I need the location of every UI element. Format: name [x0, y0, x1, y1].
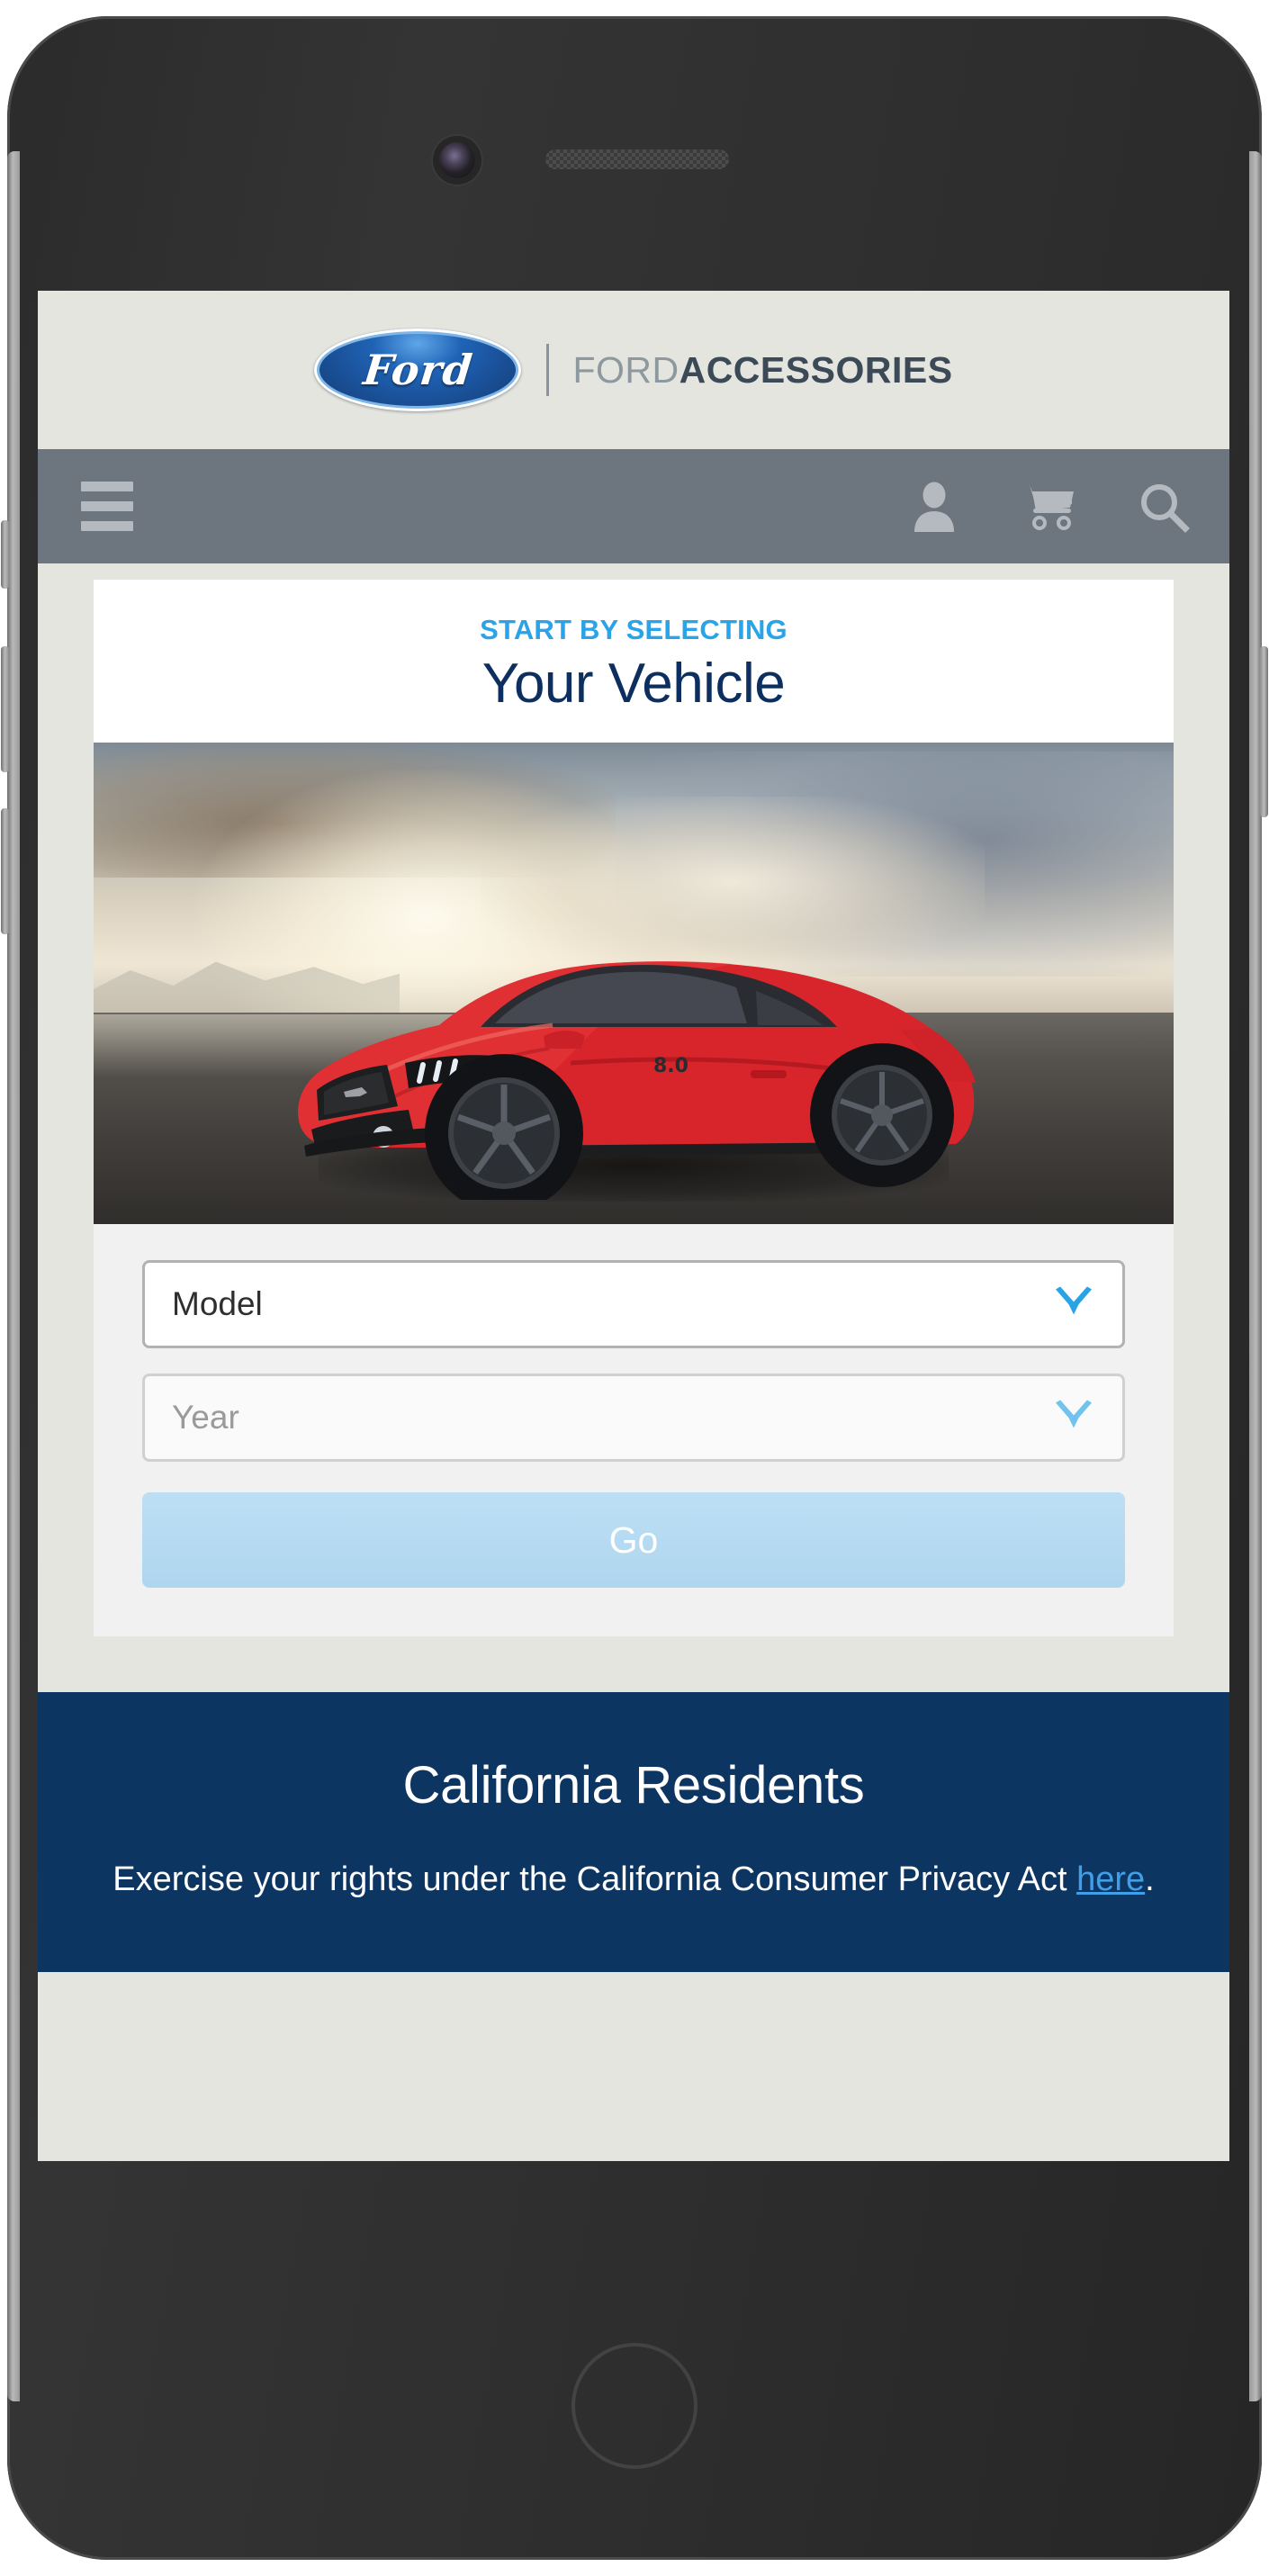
site-brand-title: FORDACCESSORIES — [572, 349, 952, 392]
hamburger-bar — [81, 501, 133, 511]
speaker-grille-icon — [545, 149, 729, 169]
brand-word-ford: FORD — [572, 348, 680, 391]
hamburger-bar — [81, 482, 133, 491]
brand-word-accessories: ACCESSORIES — [679, 348, 953, 391]
california-body-before: Exercise your rights under the Californi… — [112, 1860, 1077, 1898]
phone-frame: Ford FORDACCESSORIES START BY SELECTING … — [1, 16, 1268, 2560]
hamburger-bar — [81, 521, 133, 531]
home-button[interactable] — [572, 2343, 698, 2469]
hamburger-menu-icon[interactable] — [81, 482, 133, 531]
ccpa-here-link[interactable]: here — [1076, 1860, 1145, 1898]
shopping-cart-icon[interactable] — [1021, 482, 1075, 532]
mustang-car-illustration: 8.0 — [298, 961, 976, 1200]
person-icon[interactable] — [911, 482, 958, 532]
eyebrow-text: START BY SELECTING — [480, 614, 788, 645]
frame-left-band — [7, 151, 20, 2401]
site-header: Ford FORDACCESSORIES — [38, 291, 1229, 449]
volume-up-button[interactable] — [1, 646, 9, 772]
volume-down-button[interactable] — [1, 808, 9, 934]
header-divider — [546, 344, 550, 396]
front-camera-icon — [439, 142, 475, 178]
card-heading: START BY SELECTING Your Vehicle — [94, 580, 1174, 721]
page-title: Your Vehicle — [482, 653, 786, 715]
vehicle-selector-card: START BY SELECTING Your Vehicle 8.0 Mode… — [94, 580, 1174, 1636]
navigation-bar — [38, 449, 1229, 563]
california-body-after: . — [1145, 1860, 1155, 1898]
vehicle-selector-form: Model Year Go — [94, 1224, 1174, 1636]
go-button[interactable]: Go — [142, 1492, 1125, 1588]
page-body: START BY SELECTING Your Vehicle 8.0 Mode… — [38, 563, 1229, 1972]
california-residents-banner: California Residents Exercise your right… — [38, 1692, 1229, 1972]
nav-icon-group — [911, 481, 1190, 533]
ford-logo-icon[interactable]: Ford — [314, 329, 522, 411]
hero-vehicle-image: 8.0 — [94, 743, 1174, 1224]
svg-text:8.0: 8.0 — [653, 1055, 688, 1077]
silent-switch-button[interactable] — [1, 520, 9, 589]
year-select-row: Year — [142, 1374, 1125, 1462]
model-select-row: Model — [142, 1260, 1125, 1348]
ford-logo-wordmark: Ford — [360, 346, 475, 394]
frame-right-band — [1249, 151, 1262, 2401]
california-title: California Residents — [402, 1756, 865, 1815]
year-select[interactable]: Year — [142, 1374, 1125, 1462]
search-icon[interactable] — [1138, 481, 1190, 533]
california-body: Exercise your rights under the Californi… — [90, 1859, 1177, 1902]
model-select[interactable]: Model — [142, 1260, 1125, 1348]
phone-screen: Ford FORDACCESSORIES START BY SELECTING … — [38, 291, 1229, 2161]
power-button[interactable] — [1260, 646, 1268, 817]
